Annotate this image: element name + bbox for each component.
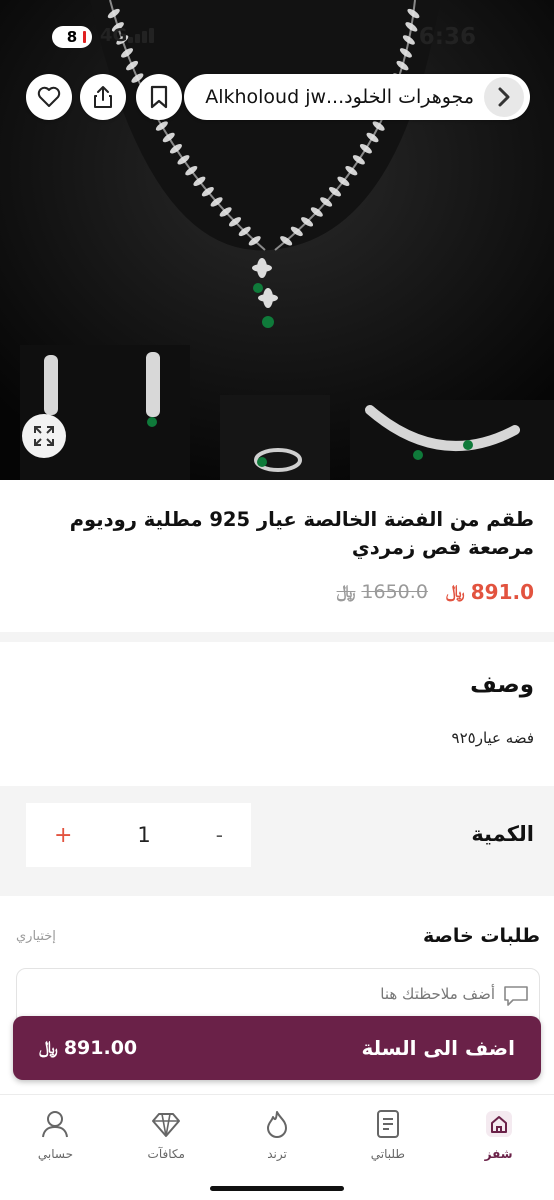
network-type: 4G (100, 25, 128, 46)
nav-label-home: شفز (484, 1147, 513, 1161)
old-price-value: 1650.0 (361, 581, 428, 603)
status-bar: 8 4G 6:36 (0, 22, 554, 54)
nav-item-home[interactable]: شفز (443, 1095, 554, 1200)
diamond-icon (152, 1113, 181, 1137)
section-divider (0, 632, 554, 642)
share-icon (94, 86, 112, 108)
price-row: 891.0 ﷼ 1650.0 ﷼ (337, 580, 534, 604)
nav-item-account[interactable]: حسابي (0, 1095, 111, 1200)
nav-item-rewards[interactable]: مكافآت (111, 1095, 222, 1200)
document-icon (376, 1110, 399, 1138)
battery-low-icon (83, 31, 86, 43)
special-requests-heading: طلبات خاصة (423, 925, 540, 947)
riyal-icon: ﷼ (39, 1038, 58, 1058)
nav-item-orders[interactable]: طلباتي (332, 1095, 443, 1200)
favorite-button[interactable] (26, 74, 72, 120)
battery-indicator: 8 (52, 26, 92, 48)
expand-image-button[interactable] (22, 414, 66, 458)
bookmark-icon (150, 85, 168, 109)
product-title: طقم من الفضة الخالصة عيار 925 مطلية رودي… (69, 508, 534, 559)
quantity-stepper: + 1 - (26, 803, 251, 867)
add-to-cart-label: اضف الى السلة (361, 1036, 515, 1060)
cart-total: ﷼ 891.00 (39, 1037, 137, 1059)
special-request-placeholder: أضف ملاحظتك هنا (380, 985, 495, 1003)
current-price-value: 891.0 (470, 580, 534, 604)
old-price: 1650.0 ﷼ (337, 581, 428, 603)
flame-icon (267, 1111, 288, 1138)
chevron-right-icon (498, 87, 510, 107)
battery-level: 8 (66, 28, 78, 46)
current-price: 891.0 ﷼ (446, 580, 534, 604)
nav-label-rewards: مكافآت (147, 1147, 185, 1161)
home-indicator (210, 1186, 344, 1191)
expand-icon (34, 426, 54, 446)
optional-label: إختياري (16, 929, 56, 944)
store-name[interactable]: مجوهرات الخلود...Alkholoud jw (205, 86, 474, 108)
product-image[interactable] (0, 0, 554, 480)
user-icon (42, 1111, 69, 1138)
store-header[interactable]: مجوهرات الخلود...Alkholoud jw (184, 74, 530, 120)
signal-icon (128, 28, 154, 43)
nav-label-account: حسابي (37, 1147, 73, 1161)
bookmark-button[interactable] (136, 74, 182, 120)
cart-total-value: 891.00 (63, 1037, 138, 1059)
bottom-nav: شفز طلباتي ترند مكافآت حسابي (0, 1094, 554, 1200)
quantity-decrease-button[interactable]: - (216, 823, 223, 847)
quantity-increase-button[interactable]: + (54, 823, 72, 848)
nav-label-trend: ترند (267, 1147, 287, 1161)
description-heading: وصف (470, 672, 534, 698)
status-time: 6:36 (418, 24, 476, 50)
heart-icon (37, 86, 61, 107)
riyal-icon: ﷼ (336, 582, 356, 602)
quantity-value: 1 (137, 823, 151, 847)
back-button[interactable] (484, 77, 524, 117)
add-to-cart-button[interactable]: اضف الى السلة ﷼ 891.00 (13, 1016, 541, 1080)
nav-item-trend[interactable]: ترند (222, 1095, 333, 1200)
riyal-icon: ﷼ (445, 582, 465, 602)
section-divider (0, 884, 554, 896)
quantity-label: الكمية (471, 822, 534, 846)
home-icon (485, 1111, 512, 1137)
description-text: فضه عيار٩٢٥ (451, 729, 534, 747)
share-button[interactable] (80, 74, 126, 120)
comment-icon (504, 986, 528, 1006)
nav-label-orders: طلباتي (370, 1147, 405, 1161)
jewelry-photo (0, 0, 554, 480)
